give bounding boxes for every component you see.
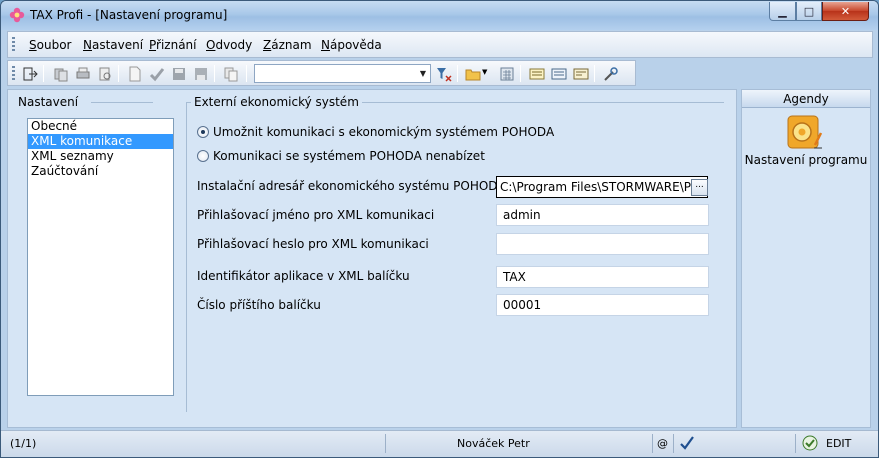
minimize-button[interactable]: ▁ [769,2,796,21]
nav-item-xml-seznamy[interactable]: XML seznamy [28,149,173,164]
toolbar-separator [43,65,44,82]
radio-enable-pohoda[interactable] [197,126,209,138]
maximize-button[interactable]: □ [796,2,822,21]
toolbar-separator [214,65,215,82]
tools-icon[interactable] [602,65,619,82]
save-icon[interactable] [170,65,187,82]
copy-record-icon[interactable] [52,65,69,82]
checkmark-pen-icon [680,436,694,450]
exit-icon[interactable] [21,65,38,82]
radio-disable-label[interactable]: Komunikaci se systémem POHODA nenabízet [213,149,485,163]
nav-item-xml-komunikace[interactable]: XML komunikace [28,134,173,149]
login-label: Přihlašovací jméno pro XML komunikaci [197,208,435,222]
folder-dropdown-icon[interactable]: ▼ [482,68,487,76]
print-icon[interactable] [74,65,91,82]
print-preview-icon[interactable] [96,65,113,82]
form-icon-2[interactable] [550,65,567,82]
duplicate-icon[interactable] [222,65,239,82]
toolbar-separator [457,65,458,82]
toolbar: ▼ ▼ [7,60,636,86]
settings-gear-icon[interactable] [787,115,823,151]
minimize-icon: ▁ [778,4,787,18]
group-legend: Externí ekonomický systém [191,95,362,109]
menu-soubor[interactable]: Soubor [29,38,71,52]
title-bar: TAX Profi - [Nastavení programu] ▁ □ ✕ [1,1,878,30]
record-counter: (1/1) [10,437,37,450]
save-close-icon[interactable] [192,65,209,82]
new-record-icon[interactable] [126,65,143,82]
install-dir-label: Instalační adresář ekonomického systému … [197,179,506,193]
folder-icon[interactable] [464,65,481,82]
password-field[interactable] [496,233,709,255]
settings-nav-list[interactable]: Obecné XML komunikace XML seznamy Zaúčto… [27,118,174,396]
nav-item-zauctovani[interactable]: Zaúčtování [28,164,173,179]
toolbar-separator [520,65,521,82]
menu-bar: Soubor Nastavení Přiznání Odvody Záznam … [7,31,873,58]
browse-button[interactable]: ... [691,179,708,196]
confirm-icon[interactable] [148,65,165,82]
toolbar-grip[interactable] [12,66,15,82]
status-separator [652,434,653,453]
menu-odvody[interactable]: Odvody [206,38,252,52]
app-id-field[interactable]: TAX [496,266,709,288]
menu-napoveda[interactable]: Nápověda [321,38,382,52]
toolbar-separator [594,65,595,82]
next-packet-field[interactable]: 00001 [496,294,709,316]
agenda-settings-label[interactable]: Nastavení programu [743,153,869,167]
install-dir-field[interactable]: C:\Program Files\STORMWARE\Pohoda [496,176,708,198]
at-icon: @ [657,437,668,450]
filter-combo[interactable]: ▼ [254,64,431,83]
edit-ok-icon [802,435,818,451]
toolbar-separator [118,65,119,82]
radio-enable-label[interactable]: Umožnit komunikaci s ekonomickým systéme… [213,125,554,139]
next-packet-label: Číslo příštího balíčku [197,298,321,312]
password-label: Přihlašovací heslo pro XML komunikaci [197,237,429,251]
menu-priznani[interactable]: Přiznání [149,38,197,52]
maximize-icon: □ [803,4,815,18]
close-button[interactable]: ✕ [822,2,869,21]
menu-zaznam[interactable]: Záznam [263,38,312,52]
install-dir-value: C:\Program Files\STORMWARE\Pohoda [500,180,708,194]
next-packet-value: 00001 [503,298,542,312]
filter-icon[interactable] [435,65,452,82]
calculator-icon[interactable] [498,65,515,82]
legend-line [91,102,153,103]
chevron-down-icon[interactable]: ▼ [416,65,430,82]
close-icon: ✕ [840,4,851,18]
app-id-label: Identifikátor aplikace v XML balíčku [197,269,410,283]
form-icon-3[interactable] [572,65,589,82]
menubar-grip[interactable] [12,37,15,53]
app-id-value: TAX [503,270,526,284]
toolbar-separator [246,65,247,82]
radio-disable-pohoda[interactable] [197,150,209,162]
menu-nastaveni[interactable]: Nastavení [83,38,143,52]
edit-mode: EDIT [826,437,852,450]
form-icon-1[interactable] [528,65,545,82]
settings-nav-legend: Nastavení [18,95,79,109]
login-value: admin [503,208,541,222]
app-flower-icon [9,7,25,23]
user-name: Nováček Petr [457,437,530,450]
login-field[interactable]: admin [496,204,709,226]
status-separator [673,434,674,453]
agendy-header: Agendy [742,90,870,108]
window-title: TAX Profi - [Nastavení programu] [30,8,228,22]
status-bar: (1/1) Nováček Petr @ EDIT [1,430,878,457]
nav-item-obecne[interactable]: Obecné [28,119,173,134]
status-separator [385,434,386,453]
status-separator [795,434,796,453]
app-window: TAX Profi - [Nastavení programu] ▁ □ ✕ S… [0,0,879,458]
